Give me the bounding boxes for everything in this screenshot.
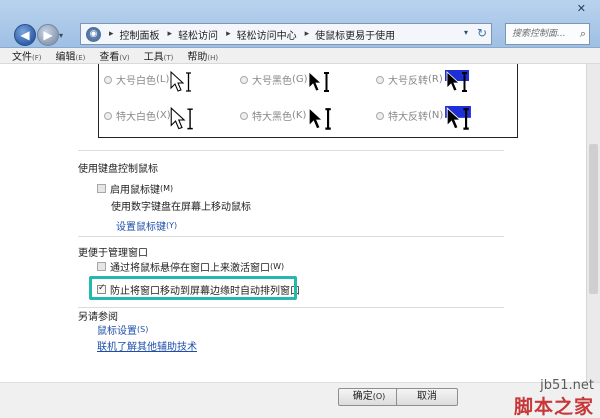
- window-chrome: ✕ ◀ ▶ ▾ ◉ ▸ 控制面板 ▸ 轻松访问 ▸ 轻松访问中心 ▸ 使鼠标更易于使用 …: [0, 0, 600, 48]
- refresh-icon[interactable]: ↻: [477, 26, 487, 40]
- extra-large-white-pointer-icon: [170, 106, 193, 130]
- radio-large-black[interactable]: [240, 75, 248, 84]
- radio-extra-large-black[interactable]: [240, 111, 248, 120]
- option-large-black[interactable]: 大号黑色 (G): [240, 72, 308, 87]
- back-button[interactable]: ◀: [14, 24, 36, 46]
- control-panel-icon: ◉: [86, 26, 101, 42]
- recent-pages-dropdown-icon[interactable]: ▾: [59, 31, 63, 40]
- mouse-settings-link[interactable]: 鼠标设置 (S): [97, 322, 148, 337]
- address-dropdown-icon[interactable]: ▾: [464, 28, 468, 37]
- search-input[interactable]: 搜索控制面... ⌕: [505, 23, 590, 45]
- extra-large-inverted-pointer-icon: [445, 106, 471, 130]
- search-placeholder: 搜索控制面...: [512, 29, 566, 39]
- content-pane: 大号白色 (L) 大号黑色 (G) 大号反转 (R) 特大白色 (X) 特大黑色 (K): [0, 64, 586, 382]
- activate-window-hover-option[interactable]: 通过将鼠标悬停在窗口上来激活窗口 (W): [97, 259, 284, 274]
- large-black-pointer-icon: [308, 71, 329, 92]
- breadcrumb-mouse-easier[interactable]: 使鼠标更易于使用: [315, 27, 395, 42]
- window-management-section-title: 更便于管理窗口: [78, 248, 148, 259]
- cancel-button[interactable]: 取消: [396, 388, 458, 406]
- enable-mouse-keys-option[interactable]: 启用鼠标键 (M): [97, 181, 173, 196]
- extra-large-black-pointer-icon: [308, 107, 331, 130]
- enable-mouse-keys-checkbox[interactable]: [97, 184, 106, 193]
- option-large-white[interactable]: 大号白色 (L): [104, 72, 169, 87]
- menu-view[interactable]: 查看(V): [99, 48, 129, 63]
- radio-extra-large-white[interactable]: [104, 111, 112, 120]
- menu-edit[interactable]: 编辑(E): [56, 48, 86, 63]
- option-large-inverted[interactable]: 大号反转 (R): [376, 72, 443, 87]
- radio-large-white[interactable]: [104, 75, 112, 84]
- section-divider: [78, 307, 504, 308]
- watermark-site: jb51.net: [540, 378, 594, 393]
- breadcrumb-control-panel[interactable]: 控制面板: [120, 27, 160, 42]
- menu-file[interactable]: 文件(F): [12, 48, 42, 63]
- close-icon[interactable]: ✕: [577, 2, 586, 15]
- activate-window-hover-checkbox[interactable]: [97, 262, 106, 271]
- option-extra-large-white[interactable]: 特大白色 (X): [104, 108, 171, 123]
- breadcrumb-ease-of-access[interactable]: 轻松访问: [178, 27, 218, 42]
- section-divider: [78, 236, 504, 237]
- see-also-title: 另请参阅: [78, 312, 118, 323]
- radio-large-inverted[interactable]: [376, 75, 384, 84]
- mouse-keys-section-title: 使用键盘控制鼠标: [78, 164, 158, 175]
- radio-extra-large-inverted[interactable]: [376, 111, 384, 120]
- option-extra-large-black[interactable]: 特大黑色 (K): [240, 108, 306, 123]
- menu-help[interactable]: 帮助(H): [187, 48, 218, 63]
- vertical-scrollbar[interactable]: [586, 64, 600, 382]
- ok-button[interactable]: 确定(O): [338, 388, 400, 406]
- large-inverted-pointer-icon: [445, 70, 469, 92]
- menu-bar: 文件(F) 编辑(E) 查看(V) 工具(T) 帮助(H): [0, 48, 600, 64]
- breadcrumb-ease-of-access-center[interactable]: 轻松访问中心: [237, 27, 297, 42]
- large-white-pointer-icon: [170, 70, 191, 92]
- setup-mouse-keys-link[interactable]: 设置鼠标键 (Y): [116, 218, 177, 233]
- online-assistive-tech-link[interactable]: 联机了解其他辅助技术: [97, 338, 197, 353]
- section-divider: [78, 150, 504, 151]
- highlight-box: [89, 276, 297, 300]
- scrollbar-thumb[interactable]: [589, 144, 598, 294]
- dialog-button-bar: 确定(O) 取消: [0, 382, 600, 418]
- watermark-brand: 脚本之家: [513, 396, 594, 418]
- option-extra-large-inverted[interactable]: 特大反转 (N): [376, 108, 443, 123]
- menu-tools[interactable]: 工具(T): [144, 48, 174, 63]
- search-icon[interactable]: ⌕: [580, 24, 586, 44]
- address-bar[interactable]: ◉ ▸ 控制面板 ▸ 轻松访问 ▸ 轻松访问中心 ▸ 使鼠标更易于使用 ▾ ↻: [80, 23, 492, 45]
- mouse-keys-description: 使用数字键盘在屏幕上移动鼠标: [111, 202, 251, 213]
- forward-button[interactable]: ▶: [37, 24, 59, 46]
